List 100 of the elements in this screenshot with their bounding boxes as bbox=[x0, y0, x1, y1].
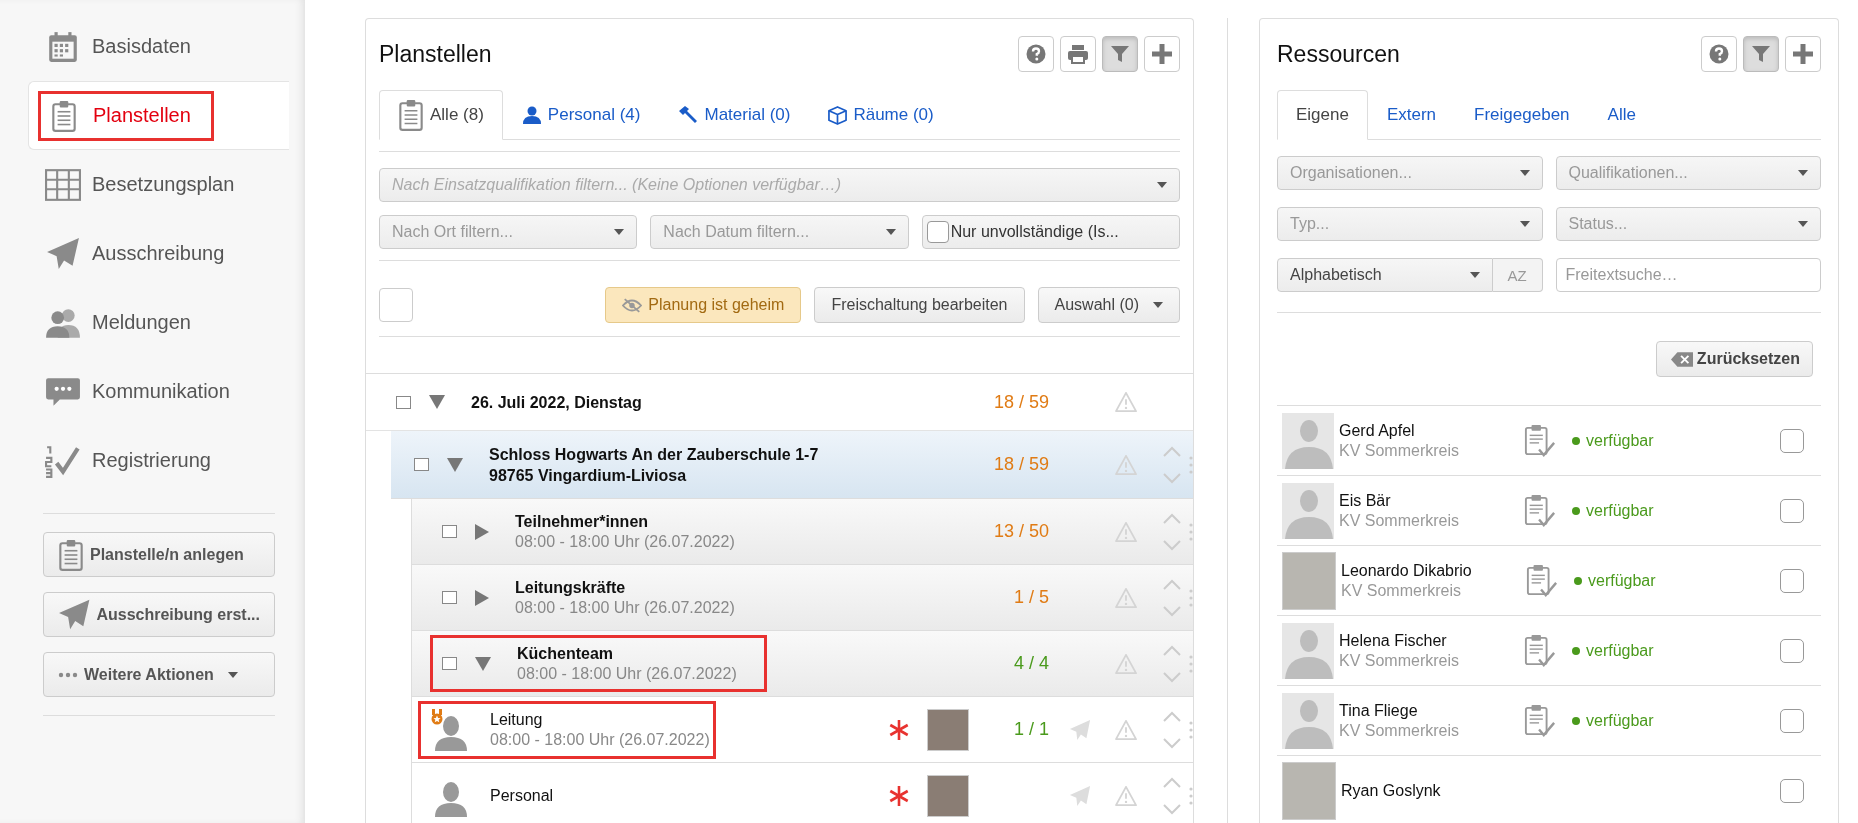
nav-item[interactable]: Kommunikation bbox=[40, 369, 250, 414]
organization-name: KV Sommerkreis bbox=[1341, 581, 1463, 600]
search-field[interactable]: Freitextsuche… bbox=[1555, 258, 1821, 292]
selection-dropdown[interactable]: Auswahl (0) bbox=[1037, 287, 1180, 323]
speech-bubble-icon bbox=[45, 375, 81, 408]
checkbox[interactable] bbox=[926, 221, 949, 243]
organization-name: KV Sommerkreis bbox=[1339, 441, 1461, 460]
row-checkbox[interactable] bbox=[442, 657, 457, 670]
fill-count: 4 / 4 bbox=[1012, 653, 1049, 674]
action-button[interactable]: Weitere Aktionen bbox=[43, 652, 275, 697]
person-name: Ryan Goslynk bbox=[1341, 781, 1442, 800]
tool-button[interactable] bbox=[1743, 36, 1779, 72]
panel-title: Planstellen bbox=[379, 40, 493, 68]
time-range: 08:00 - 18:00 Uhr (26.07.2022) bbox=[515, 532, 735, 552]
action-button[interactable]: Ausschreibung erst... bbox=[43, 592, 275, 637]
users-icon bbox=[45, 306, 81, 339]
help-icon bbox=[1709, 44, 1729, 64]
status-dot bbox=[1572, 436, 1580, 445]
caret-icon bbox=[1519, 221, 1530, 227]
drag-handle-icon bbox=[1189, 719, 1193, 740]
caret-icon bbox=[1798, 170, 1808, 176]
reset-button[interactable]: Zurücksetzen bbox=[1655, 341, 1813, 377]
tool-button[interactable] bbox=[1785, 36, 1821, 72]
plus-icon bbox=[1151, 43, 1173, 65]
nav-item[interactable]: Meldungen bbox=[40, 300, 211, 345]
photo-placeholder bbox=[927, 774, 969, 817]
organization-name: KV Sommerkreis bbox=[1339, 511, 1461, 530]
caret-icon bbox=[227, 671, 238, 678]
caret-right-icon[interactable] bbox=[475, 589, 489, 606]
warning-icon bbox=[1115, 719, 1137, 740]
checkbox[interactable] bbox=[1780, 568, 1804, 593]
caret-down-icon[interactable] bbox=[429, 395, 445, 409]
fill-count: 13 / 50 bbox=[992, 521, 1049, 542]
warning-icon bbox=[1115, 454, 1137, 475]
row-checkbox[interactable] bbox=[442, 525, 457, 538]
position-title: Leitung bbox=[490, 710, 544, 730]
caret-down-icon[interactable] bbox=[447, 457, 463, 472]
tab[interactable]: Räume (0) bbox=[809, 90, 953, 140]
printer-icon bbox=[1067, 44, 1089, 64]
tab[interactable]: Eigene bbox=[1277, 90, 1368, 140]
warning-icon bbox=[1115, 785, 1137, 806]
hammer-icon bbox=[678, 106, 699, 124]
paper-plane-icon bbox=[1069, 784, 1091, 807]
caret-right-icon[interactable] bbox=[475, 523, 489, 540]
status-dot bbox=[1572, 716, 1580, 725]
action-button[interactable]: Planstelle/n anlegen bbox=[43, 532, 275, 577]
release-button[interactable]: Freischaltung bearbeiten bbox=[814, 287, 1025, 323]
nav-item[interactable]: Ausschreibung bbox=[40, 230, 245, 277]
help-icon bbox=[1026, 44, 1046, 64]
tab[interactable]: Personal (4) bbox=[502, 90, 660, 140]
tab[interactable]: Extern bbox=[1367, 90, 1456, 140]
warning-icon bbox=[1115, 392, 1137, 412]
person-name: Gerd Apfel bbox=[1339, 421, 1416, 440]
caret-icon bbox=[614, 229, 625, 235]
checkbox[interactable] bbox=[1780, 778, 1804, 803]
checkbox[interactable] bbox=[1780, 428, 1804, 453]
tool-button[interactable] bbox=[1701, 36, 1737, 72]
caret-icon bbox=[1469, 272, 1480, 278]
tab[interactable]: Alle bbox=[1588, 90, 1655, 140]
row-checkbox[interactable] bbox=[442, 591, 457, 604]
nav-item[interactable]: Besetzungsplan bbox=[40, 162, 255, 207]
time-range: 08:00 - 18:00 Uhr (26.07.2022) bbox=[515, 598, 735, 618]
table-icon bbox=[45, 168, 81, 201]
nav-item[interactable]: Planstellen bbox=[41, 93, 211, 138]
clipboard-icon bbox=[58, 538, 84, 571]
person-name: Helena Fischer bbox=[1339, 631, 1448, 650]
tool-button[interactable] bbox=[1102, 36, 1138, 72]
tool-button[interactable] bbox=[1144, 36, 1180, 72]
fill-count: 18 / 59 bbox=[992, 454, 1049, 475]
nav-item[interactable]: Registrierung bbox=[40, 437, 231, 484]
caret-icon bbox=[885, 229, 896, 235]
status-label: verfügbar bbox=[1586, 501, 1654, 520]
select-all-checkbox[interactable] bbox=[379, 288, 413, 322]
time-range: 08:00 - 18:00 Uhr (26.07.2022) bbox=[517, 664, 737, 684]
row-title: Teilnehmer*innen bbox=[515, 512, 650, 532]
tool-button[interactable] bbox=[1018, 36, 1054, 72]
row-checkbox[interactable] bbox=[414, 458, 429, 471]
nav-item[interactable]: Basisdaten bbox=[40, 23, 211, 70]
clipboard-check-icon bbox=[1524, 493, 1556, 528]
caret-down-icon[interactable] bbox=[475, 656, 491, 671]
filter-icon bbox=[1751, 44, 1771, 64]
checkbox[interactable] bbox=[1780, 498, 1804, 523]
clipboard-check-icon bbox=[1524, 703, 1556, 738]
drag-handle-icon bbox=[1189, 454, 1193, 475]
secret-planning-button[interactable]: Planung ist geheim bbox=[605, 287, 802, 323]
incomplete-filter[interactable]: Nur unvollständige (Is... bbox=[921, 215, 1180, 249]
checklist-icon bbox=[45, 443, 81, 478]
row-checkbox[interactable] bbox=[396, 395, 411, 409]
sort-select[interactable]: Alphabetisch bbox=[1277, 258, 1493, 292]
checkbox[interactable] bbox=[1780, 708, 1804, 733]
status-label: verfügbar bbox=[1588, 571, 1656, 590]
warning-icon bbox=[1115, 587, 1137, 608]
row-title: Schloss Hogwarts An der Zauberschule 1-7 98765 Vingardium-Liviosa bbox=[489, 444, 820, 486]
tool-button[interactable] bbox=[1060, 36, 1096, 72]
clipboard-check-icon bbox=[1524, 633, 1556, 668]
status-dot bbox=[1572, 506, 1580, 515]
tab[interactable]: Material (0) bbox=[659, 90, 810, 140]
tab[interactable]: Alle (8) bbox=[379, 90, 503, 140]
checkbox[interactable] bbox=[1780, 638, 1804, 663]
tab[interactable]: Freigegeben bbox=[1455, 90, 1589, 140]
